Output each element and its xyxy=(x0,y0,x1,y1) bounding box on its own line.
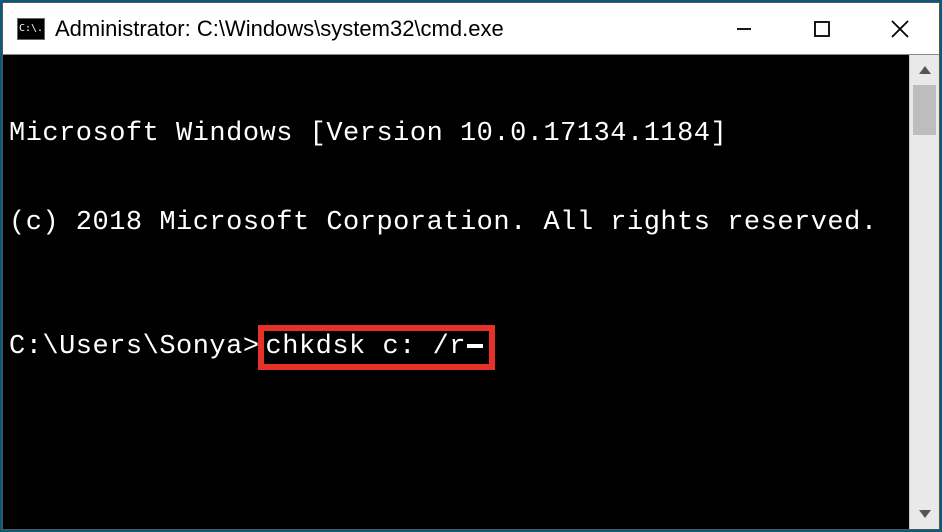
command-highlight: chkdsk c: /r xyxy=(258,325,495,371)
chevron-down-icon xyxy=(918,509,932,519)
chevron-up-icon xyxy=(918,65,932,75)
close-icon xyxy=(889,18,911,40)
scroll-thumb[interactable] xyxy=(913,85,936,135)
vertical-scrollbar[interactable] xyxy=(909,55,939,529)
minimize-icon xyxy=(734,19,754,39)
scroll-up-button[interactable] xyxy=(910,55,939,85)
command-text: chkdsk c: /r xyxy=(266,333,466,363)
content-area: Microsoft Windows [Version 10.0.17134.11… xyxy=(3,55,939,529)
minimize-button[interactable] xyxy=(705,3,783,54)
scroll-down-button[interactable] xyxy=(910,499,939,529)
prompt-line: C:\Users\Sonya>chkdsk c: /r xyxy=(9,325,907,371)
cmd-window: C:\. Administrator: C:\Windows\system32\… xyxy=(2,2,940,530)
copyright-line: (c) 2018 Microsoft Corporation. All righ… xyxy=(9,209,907,239)
maximize-button[interactable] xyxy=(783,3,861,54)
titlebar[interactable]: C:\. Administrator: C:\Windows\system32\… xyxy=(3,3,939,55)
close-button[interactable] xyxy=(861,3,939,54)
scroll-track[interactable] xyxy=(910,85,939,499)
window-title: Administrator: C:\Windows\system32\cmd.e… xyxy=(55,16,705,42)
terminal[interactable]: Microsoft Windows [Version 10.0.17134.11… xyxy=(3,55,909,529)
cursor xyxy=(467,344,483,348)
cmd-icon: C:\. xyxy=(17,18,45,40)
cmd-icon-text: C:\. xyxy=(19,24,43,34)
window-controls xyxy=(705,3,939,54)
maximize-icon xyxy=(813,20,831,38)
version-line: Microsoft Windows [Version 10.0.17134.11… xyxy=(9,120,907,150)
prompt-text: C:\Users\Sonya> xyxy=(9,333,260,363)
